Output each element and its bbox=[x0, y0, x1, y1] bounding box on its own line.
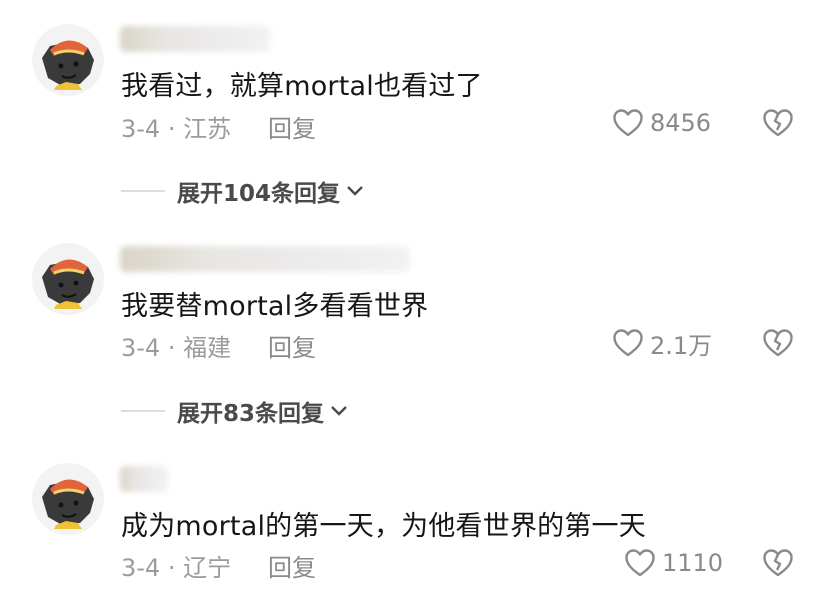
comment-meta: 3-4 · 辽宁 bbox=[121, 554, 232, 582]
reply-button[interactable]: 回复 bbox=[268, 328, 316, 363]
avatar[interactable] bbox=[32, 24, 104, 96]
comment-meta: 3-4 · 福建 bbox=[121, 334, 232, 362]
like-count: 8456 bbox=[650, 109, 712, 137]
expand-replies-button[interactable]: 展开83条回复 bbox=[121, 396, 348, 427]
broken-heart-icon bbox=[763, 549, 793, 577]
broken-heart-icon bbox=[763, 329, 793, 357]
comment-text: 成为mortal的第一天，为他看世界的第一天 bbox=[121, 511, 646, 542]
dislike-button[interactable] bbox=[762, 548, 796, 582]
username-blurred[interactable] bbox=[120, 466, 168, 492]
comment-text: 我看过，就算mortal也看过了 bbox=[121, 71, 483, 102]
divider-line bbox=[121, 410, 165, 412]
avatar-image bbox=[32, 24, 104, 96]
like-button[interactable]: 2.1万 bbox=[612, 326, 712, 360]
like-count: 1110 bbox=[662, 549, 724, 577]
heart-outline-icon bbox=[613, 109, 643, 137]
chevron-down-icon bbox=[347, 186, 363, 196]
heart-outline-icon bbox=[613, 329, 643, 357]
comment-meta: 3-4 · 江苏 bbox=[121, 115, 232, 143]
broken-heart-icon bbox=[763, 109, 793, 137]
username-blurred[interactable] bbox=[120, 246, 410, 272]
like-button[interactable]: 8456 bbox=[612, 106, 711, 140]
expand-replies-button[interactable]: 展开104条回复 bbox=[121, 176, 364, 207]
heart-outline-icon bbox=[625, 549, 655, 577]
reply-button[interactable]: 回复 bbox=[268, 548, 316, 583]
dislike-button[interactable] bbox=[762, 108, 796, 142]
reply-button[interactable]: 回复 bbox=[268, 109, 316, 144]
avatar-image bbox=[32, 243, 104, 315]
like-button[interactable]: 1110 bbox=[624, 546, 723, 580]
expand-replies-label: 展开83条回复 bbox=[177, 401, 325, 427]
avatar[interactable] bbox=[32, 463, 104, 535]
chevron-down-icon bbox=[331, 406, 347, 416]
username-blurred[interactable] bbox=[120, 26, 270, 52]
comment-text: 我要替mortal多看看世界 bbox=[121, 291, 429, 322]
expand-replies-label: 展开104条回复 bbox=[177, 181, 341, 207]
avatar-image bbox=[32, 463, 104, 535]
like-count: 2.1万 bbox=[650, 331, 713, 360]
avatar[interactable] bbox=[32, 243, 104, 315]
dislike-button[interactable] bbox=[762, 328, 796, 362]
divider-line bbox=[121, 190, 165, 192]
